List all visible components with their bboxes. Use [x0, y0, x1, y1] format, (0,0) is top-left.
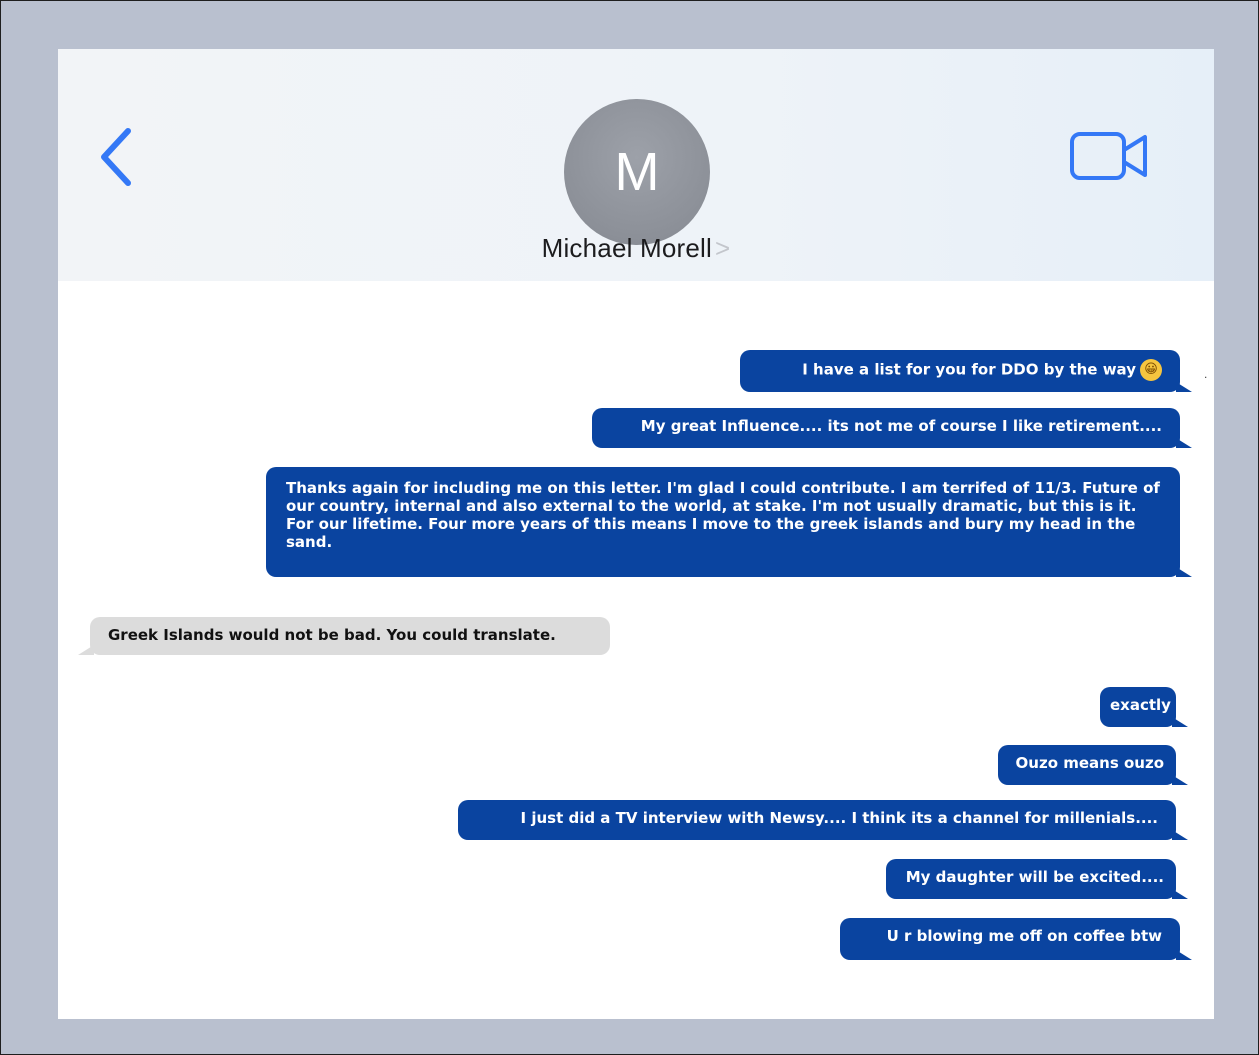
- contact-name-row[interactable]: Michael Morell >: [58, 233, 1214, 264]
- chevron-right-icon: >: [715, 233, 731, 263]
- contact-name: Michael Morell: [541, 233, 712, 263]
- message-bubble-outgoing[interactable]: U r blowing me off on coffee btw: [840, 918, 1192, 960]
- stray-dot: .: [1204, 367, 1208, 381]
- message-text: My great Influence.... its not me of cou…: [640, 417, 1162, 435]
- message-text: I just did a TV interview with Newsy....…: [520, 809, 1158, 827]
- message-bubble-outgoing[interactable]: I have a list for you for DDO by the way…: [740, 350, 1192, 392]
- message-text: Ouzo means ouzo: [1015, 754, 1164, 772]
- contact-avatar[interactable]: M: [564, 99, 710, 245]
- message-bubble-outgoing[interactable]: Thanks again for including me on this le…: [266, 467, 1192, 577]
- message-bubble-outgoing[interactable]: My great Influence.... its not me of cou…: [592, 408, 1192, 448]
- conversation-header: M Michael Morell >: [58, 49, 1214, 281]
- message-bubble-outgoing[interactable]: Ouzo means ouzo: [998, 745, 1188, 785]
- messages-screen: M Michael Morell > I have a list for you …: [58, 49, 1214, 1019]
- message-text: I have a list for you for DDO by the way: [802, 360, 1136, 379]
- message-text: exactly: [1110, 696, 1171, 714]
- video-camera-icon[interactable]: [1069, 131, 1151, 181]
- message-text: Greek Islands would not be bad. You coul…: [108, 626, 556, 644]
- message-text: Thanks again for including me on this le…: [286, 479, 1160, 551]
- message-bubble-outgoing[interactable]: My daughter will be excited....: [886, 859, 1188, 899]
- message-text: My daughter will be excited....: [905, 868, 1164, 886]
- grinning-face-emoji: 😀: [1140, 359, 1162, 381]
- chevron-left-icon[interactable]: [98, 127, 134, 187]
- message-bubble-outgoing[interactable]: exactly: [1100, 687, 1188, 727]
- message-text: U r blowing me off on coffee btw: [886, 927, 1162, 945]
- message-bubble-outgoing[interactable]: I just did a TV interview with Newsy....…: [458, 800, 1188, 840]
- message-bubble-incoming[interactable]: Greek Islands would not be bad. You coul…: [78, 617, 610, 655]
